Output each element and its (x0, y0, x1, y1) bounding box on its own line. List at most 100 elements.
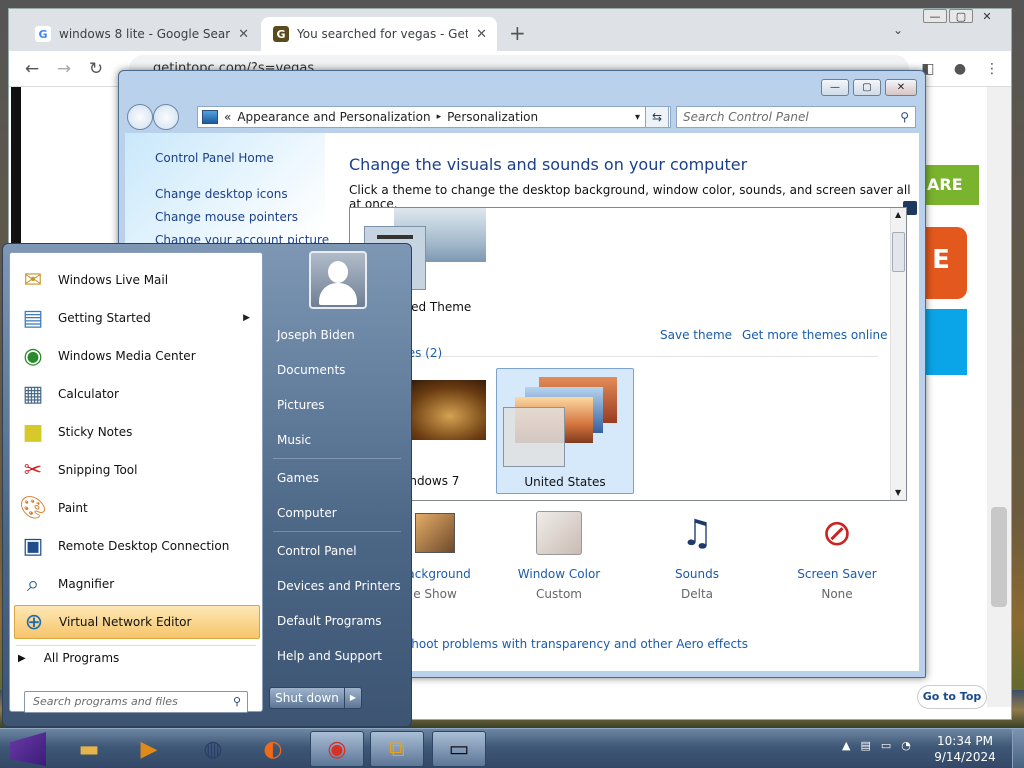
chrome-icon[interactable]: ◉ (310, 731, 364, 767)
maximize-button[interactable]: ▢ (853, 79, 881, 96)
pictures-link[interactable]: Pictures (277, 398, 325, 412)
troubleshoot-link[interactable]: shoot problems with transparency and oth… (405, 637, 748, 651)
forward-button[interactable] (153, 104, 179, 130)
program-sticky-notes[interactable]: ■ Sticky Notes (14, 415, 260, 449)
close-button[interactable]: ✕ (885, 79, 917, 96)
page-scrollbar[interactable] (987, 87, 1011, 707)
network-icon[interactable]: ▤ (860, 739, 870, 752)
program-snipping-tool[interactable]: ✂ Snipping Tool (14, 453, 260, 487)
display-icon[interactable]: ▭ (881, 739, 891, 752)
program-windows-media-center[interactable]: ◉ Windows Media Center (14, 339, 260, 373)
tray-expand-icon[interactable]: ▲ (842, 739, 850, 752)
maximize-button[interactable]: ▢ (949, 9, 973, 23)
link-change-mouse-pointers[interactable]: Change mouse pointers (155, 210, 298, 224)
link-change-desktop-icons[interactable]: Change desktop icons (155, 187, 288, 201)
submenu-arrow-icon: ▶ (243, 313, 250, 323)
breadcrumb-personalization[interactable]: Personalization (447, 110, 538, 124)
search-placeholder: Search Control Panel (683, 110, 809, 124)
page-scrollbar-thumb[interactable] (991, 507, 1007, 607)
default-programs-link[interactable]: Default Programs (277, 614, 382, 628)
breadcrumb[interactable]: « Appearance and Personalization ▸ Perso… (197, 106, 671, 128)
breadcrumb-separator-icon: ▸ (436, 112, 442, 122)
program-virtual-network-editor[interactable]: ⊕ Virtual Network Editor (14, 605, 260, 639)
close-button[interactable]: ✕ (975, 9, 999, 23)
shutdown-options-icon[interactable]: ▶ (344, 687, 362, 709)
menu-kebab-icon[interactable]: ⋮ (981, 58, 1003, 80)
go-to-top-button[interactable]: Go to Top (917, 685, 987, 709)
theme-list-scrollbar[interactable]: ▲ ▼ (890, 208, 906, 500)
divider (16, 645, 256, 646)
program-paint[interactable]: 🎨︎ Paint (14, 491, 260, 525)
tab-close-icon[interactable]: ✕ (238, 27, 249, 42)
show-desktop-button[interactable] (1012, 729, 1024, 768)
reload-icon[interactable]: ↻ (85, 58, 107, 80)
documents-link[interactable]: Documents (277, 363, 345, 377)
games-link[interactable]: Games (277, 471, 319, 485)
get-more-themes-link[interactable]: Get more themes online (742, 328, 888, 342)
volume-icon[interactable]: ◔ (901, 739, 911, 752)
desktop-background-icon (411, 509, 459, 557)
devices-printers-link[interactable]: Devices and Printers (277, 579, 401, 593)
search-input[interactable]: Search Control Panel ⚲ (676, 106, 916, 128)
avatar[interactable] (309, 251, 367, 309)
option-sounds[interactable]: ♫ Sounds Delta (647, 509, 747, 602)
option-label: Sounds (674, 567, 720, 581)
minimize-button[interactable]: — (923, 9, 947, 23)
clock[interactable]: 10:34 PM 9/14/2024 (930, 733, 1000, 765)
minimize-button[interactable]: — (821, 79, 849, 96)
search-placeholder: Search programs and files (33, 695, 178, 708)
firefox-icon[interactable]: ◐ (246, 731, 300, 767)
start-button[interactable] (10, 732, 46, 766)
option-value: None (821, 587, 853, 601)
program-magnifier[interactable]: ⌕ Magnifier (14, 567, 260, 601)
scroll-down-icon[interactable]: ▼ (895, 488, 901, 497)
breadcrumb-root[interactable]: « (224, 110, 231, 124)
snipping-tool-icon: ✂ (23, 457, 43, 483)
all-programs-button[interactable]: ▶ All Programs (18, 651, 119, 665)
app-icon[interactable]: ◍ (186, 731, 240, 767)
vmware-icon[interactable]: ⧉ (370, 731, 424, 767)
divider (273, 458, 401, 459)
start-search-input[interactable]: Search programs and files ⚲ (24, 691, 248, 713)
search-icon[interactable]: ⚲ (900, 110, 909, 124)
help-support-link[interactable]: Help and Support (277, 649, 382, 663)
explorer-icon[interactable]: ▬ (62, 731, 116, 767)
scrollbar-thumb[interactable] (892, 232, 905, 272)
refresh-button[interactable]: ⇆ (645, 106, 669, 128)
tab-getintopc[interactable]: G You searched for vegas - Get Inf ✕ (261, 17, 497, 51)
program-calculator[interactable]: ▦ Calculator (14, 377, 260, 411)
option-window-color[interactable]: Window Color Custom (509, 509, 609, 601)
breadcrumb-appearance[interactable]: Appearance and Personalization (237, 110, 430, 124)
shutdown-button[interactable]: Shut down (269, 687, 345, 709)
link-control-panel-home[interactable]: Control Panel Home (155, 151, 274, 165)
program-label: Sticky Notes (58, 425, 133, 439)
new-tab-button[interactable]: + (509, 21, 526, 45)
control-panel-icon (202, 110, 218, 124)
user-folder-link[interactable]: Joseph Biden (277, 328, 355, 342)
theme-label-windows7[interactable]: indows 7 (406, 474, 459, 488)
computer-link[interactable]: Computer (277, 506, 337, 520)
back-button[interactable] (127, 104, 153, 130)
tab-search-icon[interactable]: ⌄ (893, 23, 903, 37)
save-theme-link[interactable]: Save theme (660, 328, 732, 342)
clock-date: 9/14/2024 (934, 750, 996, 764)
program-getting-started[interactable]: ▤ Getting Started ▶ (14, 301, 260, 335)
tab-google-search[interactable]: G windows 8 lite - Google Search ✕ (23, 17, 259, 51)
window-icon[interactable]: ▭ (432, 731, 486, 767)
media-player-icon[interactable]: ▶ (122, 731, 176, 767)
program-windows-live-mail[interactable]: ✉ Windows Live Mail (14, 263, 260, 297)
forward-arrow-icon[interactable]: → (53, 58, 75, 80)
saved-theme-label[interactable]: ved Theme (404, 300, 471, 314)
control-panel-link[interactable]: Control Panel (277, 544, 357, 558)
profile-icon[interactable]: ● (949, 58, 971, 80)
program-remote-desktop[interactable]: ▣ Remote Desktop Connection (14, 529, 260, 563)
option-screen-saver[interactable]: ⊘ Screen Saver None (787, 509, 887, 602)
scroll-up-icon[interactable]: ▲ (895, 210, 901, 219)
theme-united-states[interactable]: United States (496, 368, 634, 494)
music-link[interactable]: Music (277, 433, 311, 447)
start-menu: ✉ Windows Live Mail ▤ Getting Started ▶ … (2, 243, 412, 727)
media-center-icon: ◉ (23, 343, 43, 369)
tab-close-icon[interactable]: ✕ (476, 27, 487, 42)
back-arrow-icon[interactable]: ← (21, 58, 43, 80)
address-dropdown-icon[interactable]: ▾ (635, 112, 640, 123)
